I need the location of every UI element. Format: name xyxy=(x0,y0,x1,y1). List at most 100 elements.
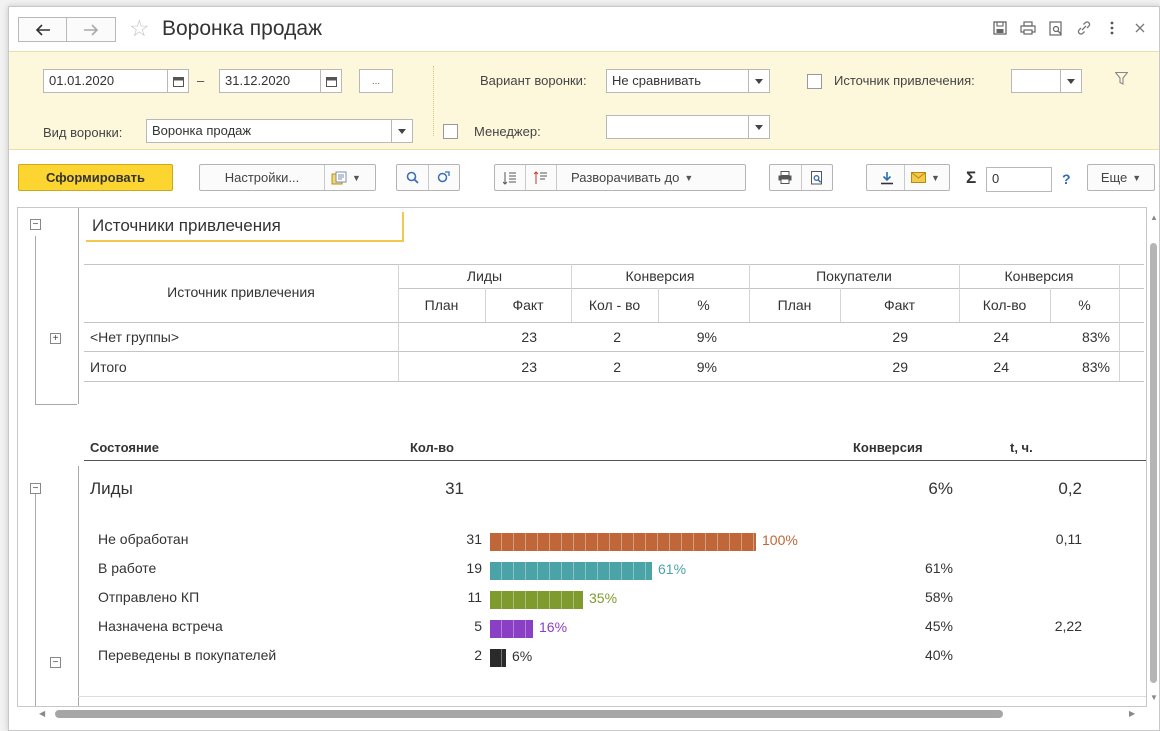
col-group-conversion-2: Конверсия xyxy=(1004,268,1074,284)
favorite-star-icon[interactable]: ☆ xyxy=(129,15,150,41)
expand-group-toggle[interactable]: + xyxy=(50,333,61,344)
subcol-header: % xyxy=(1078,297,1091,313)
link-icon[interactable] xyxy=(1075,19,1093,37)
more-button[interactable]: Еще ▼ xyxy=(1087,164,1155,191)
help-button[interactable]: ? xyxy=(1062,171,1071,187)
funnel-stage-name[interactable]: Не обработан xyxy=(98,531,188,547)
funnel-stage-share-label: 35% xyxy=(589,590,618,606)
funnel-stage-name[interactable]: Отправлено КП xyxy=(98,589,199,605)
horizontal-scrollbar[interactable]: ◀ ▶ xyxy=(17,707,1147,721)
table-cell: 23 xyxy=(521,359,537,375)
date-range-dash: – xyxy=(197,73,205,88)
horizontal-scroll-thumb[interactable] xyxy=(55,710,1003,718)
funnel-group-count: 31 xyxy=(445,479,464,498)
variant-menu-button[interactable]: ▼ xyxy=(325,171,367,185)
funnel-stage-conversion: 61% xyxy=(924,560,953,576)
table-cell: 2 xyxy=(613,359,621,375)
settings-button[interactable]: Настройки... xyxy=(200,170,324,185)
filter-icon[interactable] xyxy=(1114,71,1129,88)
table-row-name[interactable]: <Нет группы> xyxy=(90,329,179,345)
subcol-header: План xyxy=(424,297,459,313)
download-icon xyxy=(881,171,894,184)
search-icon xyxy=(406,171,419,184)
search-button[interactable] xyxy=(397,171,428,184)
report-document[interactable]: − + Источники привлечения Источник привл… xyxy=(17,207,1147,707)
date-to-input[interactable]: 31.12.2020 xyxy=(219,69,321,93)
vertical-scrollbar[interactable]: ▲ ▼ xyxy=(1147,207,1159,707)
source-select[interactable] xyxy=(1011,69,1061,93)
expand-to-button[interactable]: Разворачивать до ▼ xyxy=(557,170,703,185)
date-from-input[interactable]: 01.01.2020 xyxy=(43,69,168,93)
funnel-group-conversion: 6% xyxy=(928,479,953,498)
date-to-calendar-button[interactable] xyxy=(320,69,342,93)
forward-button[interactable] xyxy=(67,17,116,42)
collapse-all-button[interactable] xyxy=(526,170,556,185)
funnel-header-conversion: Конверсия xyxy=(853,440,923,455)
close-icon[interactable] xyxy=(1131,19,1149,37)
subcol-header: Кол - во xyxy=(588,297,641,313)
table-cell: 24 xyxy=(993,329,1009,345)
funnel-stage-name[interactable]: Переведены в покупателей xyxy=(98,647,276,663)
export-button[interactable] xyxy=(870,171,904,185)
funnel-type-dropdown[interactable] xyxy=(391,119,413,143)
collapse-sources-toggle[interactable]: − xyxy=(30,219,41,230)
grouping-group: Разворачивать до ▼ xyxy=(494,164,746,191)
funnel-type-select[interactable]: Воронка продаж xyxy=(146,119,392,143)
generate-button[interactable]: Сформировать xyxy=(18,164,173,191)
collapse-groups-icon xyxy=(534,170,547,184)
funnel-group-time: 0,2 xyxy=(1058,479,1082,498)
sum-value-field[interactable]: 0 xyxy=(986,167,1052,192)
funnel-variant-select[interactable]: Не сравнивать xyxy=(606,69,749,93)
col-group-leads: Лиды xyxy=(466,268,503,284)
chevron-down-icon xyxy=(755,124,763,130)
funnel-group-name[interactable]: Лиды xyxy=(90,479,133,499)
funnel-stage-bar xyxy=(490,591,583,609)
filter-separator xyxy=(433,66,434,136)
table-cell: 29 xyxy=(892,329,908,345)
title-actions xyxy=(991,19,1149,37)
search-next-button[interactable] xyxy=(429,171,460,184)
sources-section-title: Источники привлечения xyxy=(86,212,404,242)
collapse-leads-toggle[interactable]: − xyxy=(30,483,41,494)
manager-label: Менеджер: xyxy=(474,124,541,139)
funnel-stage-name[interactable]: В работе xyxy=(98,560,156,576)
print-preview-button[interactable] xyxy=(802,170,833,185)
funnel-stage-conversion: 40% xyxy=(924,647,953,663)
funnel-stage-bar xyxy=(490,649,506,667)
funnel-type-label: Вид воронки: xyxy=(43,125,123,140)
funnel-stage-count: 11 xyxy=(467,589,482,605)
funnel-variant-dropdown[interactable] xyxy=(748,69,770,93)
search-next-icon xyxy=(438,171,450,183)
vertical-scroll-thumb[interactable] xyxy=(1150,243,1157,683)
back-button[interactable] xyxy=(18,17,67,42)
collapse-converted-toggle[interactable]: − xyxy=(50,657,61,668)
funnel-stage-share-label: 6% xyxy=(512,648,533,664)
print-button[interactable] xyxy=(770,171,801,184)
source-dropdown[interactable] xyxy=(1060,69,1082,93)
period-select-button[interactable]: ... xyxy=(359,69,393,93)
expand-all-button[interactable] xyxy=(495,171,525,185)
funnel-variant-label: Вариант воронки: xyxy=(480,73,587,88)
more-label: Еще xyxy=(1100,170,1128,185)
export-group: ▼ xyxy=(866,164,950,191)
table-cell: 24 xyxy=(993,359,1009,375)
report-variant-icon xyxy=(331,171,347,184)
date-from-calendar-button[interactable] xyxy=(167,69,189,93)
manager-dropdown[interactable] xyxy=(748,115,770,139)
manager-checkbox[interactable] xyxy=(443,124,458,139)
save-icon[interactable] xyxy=(991,19,1009,37)
source-checkbox[interactable] xyxy=(807,74,822,89)
print-group xyxy=(769,164,833,191)
print-preview-icon xyxy=(810,170,822,184)
manager-select[interactable] xyxy=(606,115,749,139)
table-cell: 83% xyxy=(1081,359,1110,375)
funnel-stage-bar xyxy=(490,620,533,638)
send-email-button[interactable]: ▼ xyxy=(905,172,946,183)
funnel-header-time: t, ч. xyxy=(1010,440,1033,455)
preview-icon[interactable] xyxy=(1047,19,1065,37)
print-icon[interactable] xyxy=(1019,19,1037,37)
col-group-buyers: Покупатели xyxy=(816,268,892,284)
more-vertical-icon[interactable] xyxy=(1103,19,1121,37)
funnel-stage-name[interactable]: Назначена встреча xyxy=(98,618,223,634)
calendar-icon xyxy=(325,76,337,87)
